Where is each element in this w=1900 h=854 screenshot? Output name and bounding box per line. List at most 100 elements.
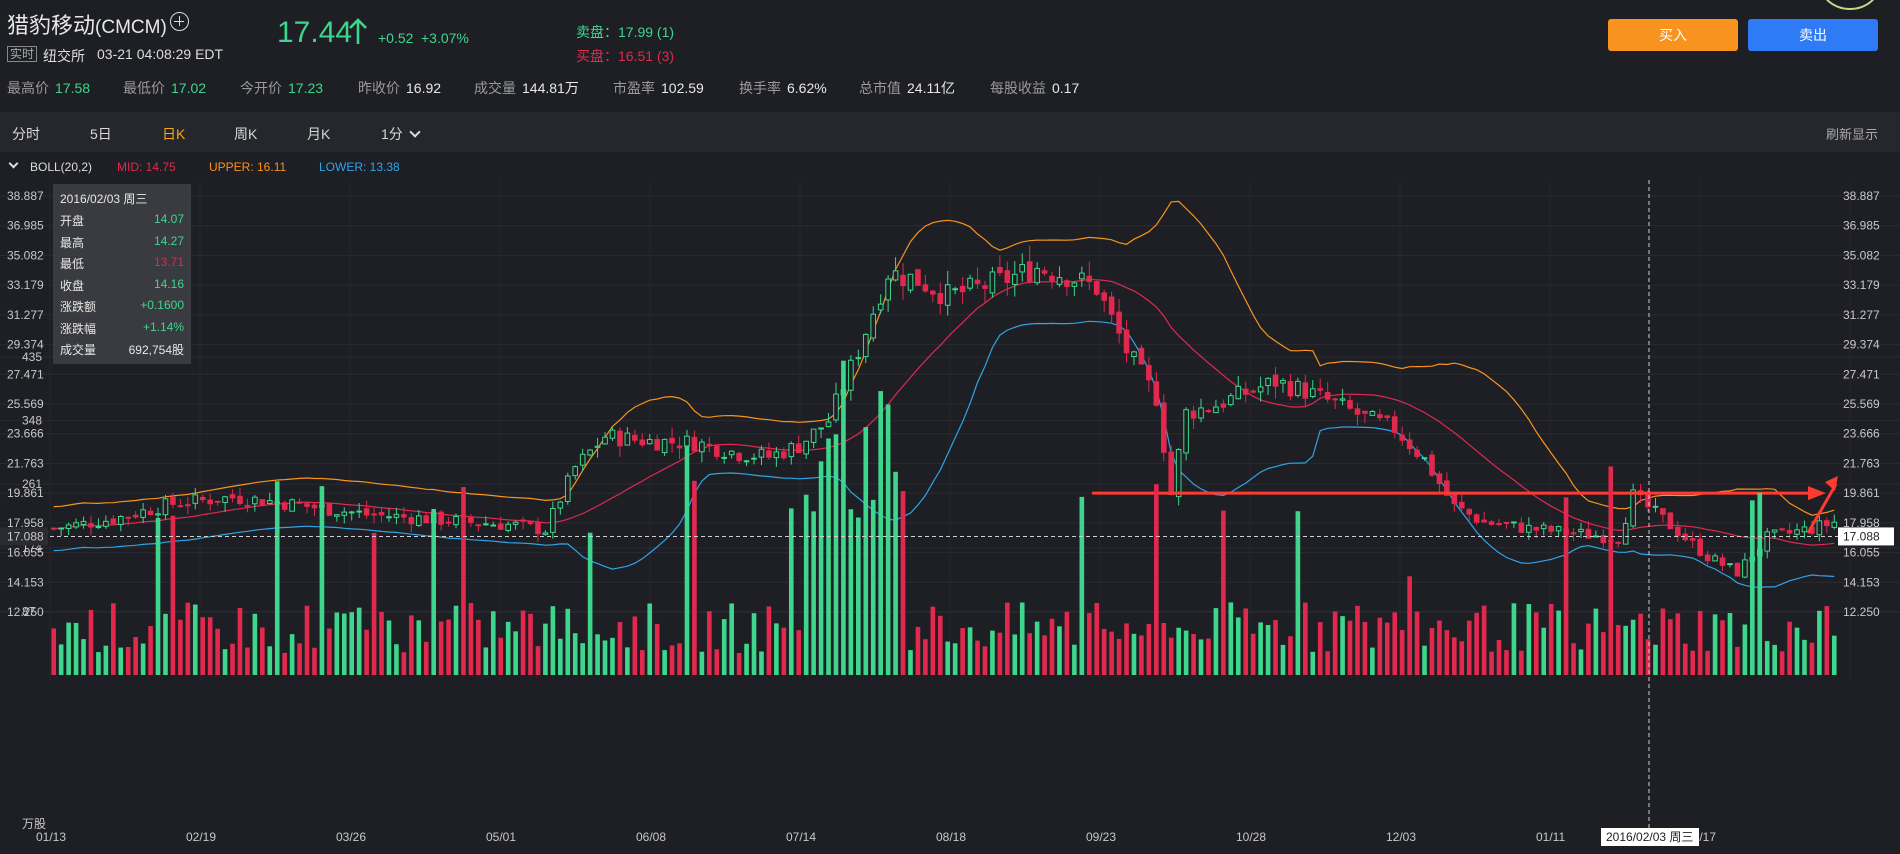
volume-bar bbox=[431, 509, 436, 675]
volume-bar bbox=[1809, 642, 1815, 675]
candle-body bbox=[1540, 524, 1547, 530]
volume-bar bbox=[774, 623, 779, 675]
volume-bar bbox=[1057, 626, 1062, 675]
candle-body bbox=[65, 524, 72, 529]
candle-body bbox=[1287, 381, 1294, 397]
price-tick-label: 23.666 bbox=[1843, 427, 1880, 441]
tab-intraday[interactable]: 分时 bbox=[12, 124, 40, 144]
indicator-name[interactable]: BOLL(20,2) bbox=[30, 160, 92, 174]
candle-body bbox=[892, 270, 899, 281]
volume-bar bbox=[1072, 644, 1077, 675]
volume-bar bbox=[125, 647, 131, 675]
candle-body bbox=[1056, 277, 1063, 285]
volume-bar bbox=[1034, 621, 1040, 675]
volume-bar bbox=[796, 630, 802, 675]
price-axis-right: 38.887 36.985 35.082 33.179 31.277 29.374 27.4… bbox=[1843, 189, 1880, 619]
candle-body bbox=[1004, 270, 1011, 283]
volume-bar bbox=[662, 650, 667, 675]
price-tick-label: 25.569 bbox=[1843, 397, 1880, 411]
price-tick-label: 25.569 bbox=[7, 397, 44, 411]
tab-daily-k[interactable]: 日K bbox=[162, 124, 185, 144]
indicator-lower: LOWER: 13.38 bbox=[319, 160, 400, 174]
candle-body bbox=[1697, 538, 1703, 556]
volume-bar bbox=[1280, 644, 1286, 675]
stat-value: 17.23 bbox=[288, 80, 324, 96]
volume-bar bbox=[379, 611, 384, 675]
price-tick-label: 33.179 bbox=[7, 278, 44, 292]
stat-high: 最高价 17.58 bbox=[7, 78, 90, 98]
candle-body bbox=[557, 501, 564, 509]
candle-body bbox=[1272, 374, 1279, 387]
candle-body bbox=[1347, 400, 1353, 409]
volume-bar bbox=[401, 652, 407, 675]
tab-1min-dropdown[interactable]: 1分 bbox=[381, 124, 421, 144]
date-tick-label: 07/14 bbox=[786, 830, 816, 844]
candle-body bbox=[1652, 505, 1659, 508]
candle-body bbox=[1399, 434, 1405, 441]
tab-monthly-k[interactable]: 月K bbox=[307, 124, 330, 144]
stat-pe: 市盈率 102.59 bbox=[613, 78, 704, 98]
candle-body bbox=[1220, 403, 1227, 408]
volume-bar bbox=[1824, 606, 1830, 675]
volume-bar bbox=[1787, 621, 1792, 675]
candle-body bbox=[1414, 449, 1420, 457]
tab-weekly-k[interactable]: 周K bbox=[234, 124, 257, 144]
volume-bar bbox=[1623, 625, 1628, 675]
kline-chart[interactable]: 38.887 36.985 35.082 33.179 31.277 29.374 27.4… bbox=[0, 180, 1900, 854]
tooltip-row-low: 最低 13.71 bbox=[60, 255, 184, 277]
candle-body bbox=[408, 517, 415, 525]
candle-body bbox=[125, 516, 132, 519]
volume-bar bbox=[1340, 616, 1345, 675]
stat-label: 今开价 bbox=[240, 80, 282, 96]
volume-bar bbox=[893, 471, 898, 675]
candle-body bbox=[1488, 521, 1495, 525]
candle-body bbox=[624, 432, 631, 446]
candle-body bbox=[147, 510, 154, 515]
volume-bar bbox=[1481, 605, 1487, 675]
volume-bar bbox=[669, 645, 675, 675]
tab-5day[interactable]: 5日 bbox=[90, 124, 112, 144]
candle-body bbox=[937, 293, 944, 304]
candle-body bbox=[1496, 523, 1502, 526]
volume-bar bbox=[1273, 620, 1278, 675]
volume-bar bbox=[1779, 651, 1785, 675]
exchange-label: 纽交所 bbox=[43, 48, 85, 64]
candle-body bbox=[602, 436, 608, 445]
candle-body bbox=[1801, 526, 1808, 533]
volume-bar bbox=[245, 647, 250, 675]
volume-bar bbox=[1496, 640, 1502, 675]
volume-bar bbox=[237, 607, 243, 675]
volume-bar bbox=[148, 626, 153, 675]
quote-time: 03-21 04:08:29 EDT bbox=[97, 46, 224, 62]
candle-body bbox=[1093, 281, 1100, 295]
stat-label: 换手率 bbox=[739, 80, 781, 96]
refresh-display-button[interactable]: 刷新显示 bbox=[1826, 124, 1878, 143]
volume-bar bbox=[1802, 639, 1807, 675]
volume-bar bbox=[356, 607, 362, 675]
avatar[interactable] bbox=[1820, 0, 1880, 10]
candle-body bbox=[1436, 473, 1443, 485]
buy-button[interactable]: 买入 bbox=[1608, 19, 1738, 51]
chevron-down-icon[interactable] bbox=[8, 158, 19, 169]
sell-button[interactable]: 卖出 bbox=[1748, 19, 1878, 51]
candle-body bbox=[1280, 379, 1286, 384]
volume-bar bbox=[81, 639, 86, 675]
candle-body bbox=[1831, 521, 1838, 528]
candle-body bbox=[1771, 529, 1778, 533]
date-tick-label: 01/11 bbox=[1536, 830, 1565, 844]
volume-bar bbox=[744, 643, 749, 675]
candle-body bbox=[639, 439, 646, 446]
volume-bar bbox=[416, 620, 422, 675]
annotation-arrow-head bbox=[1808, 486, 1826, 501]
volume-bar bbox=[133, 637, 138, 675]
volume-bar bbox=[856, 517, 861, 675]
volume-bar bbox=[1243, 608, 1249, 675]
candle-body bbox=[1406, 439, 1413, 450]
candle-body bbox=[654, 439, 660, 451]
add-watchlist-icon[interactable] bbox=[170, 12, 189, 31]
date-tick-label: 09/23 bbox=[1086, 830, 1116, 844]
candle-body bbox=[1183, 409, 1189, 454]
candle-body bbox=[304, 503, 310, 507]
candle-body bbox=[915, 269, 921, 286]
volume-bar bbox=[513, 631, 518, 675]
